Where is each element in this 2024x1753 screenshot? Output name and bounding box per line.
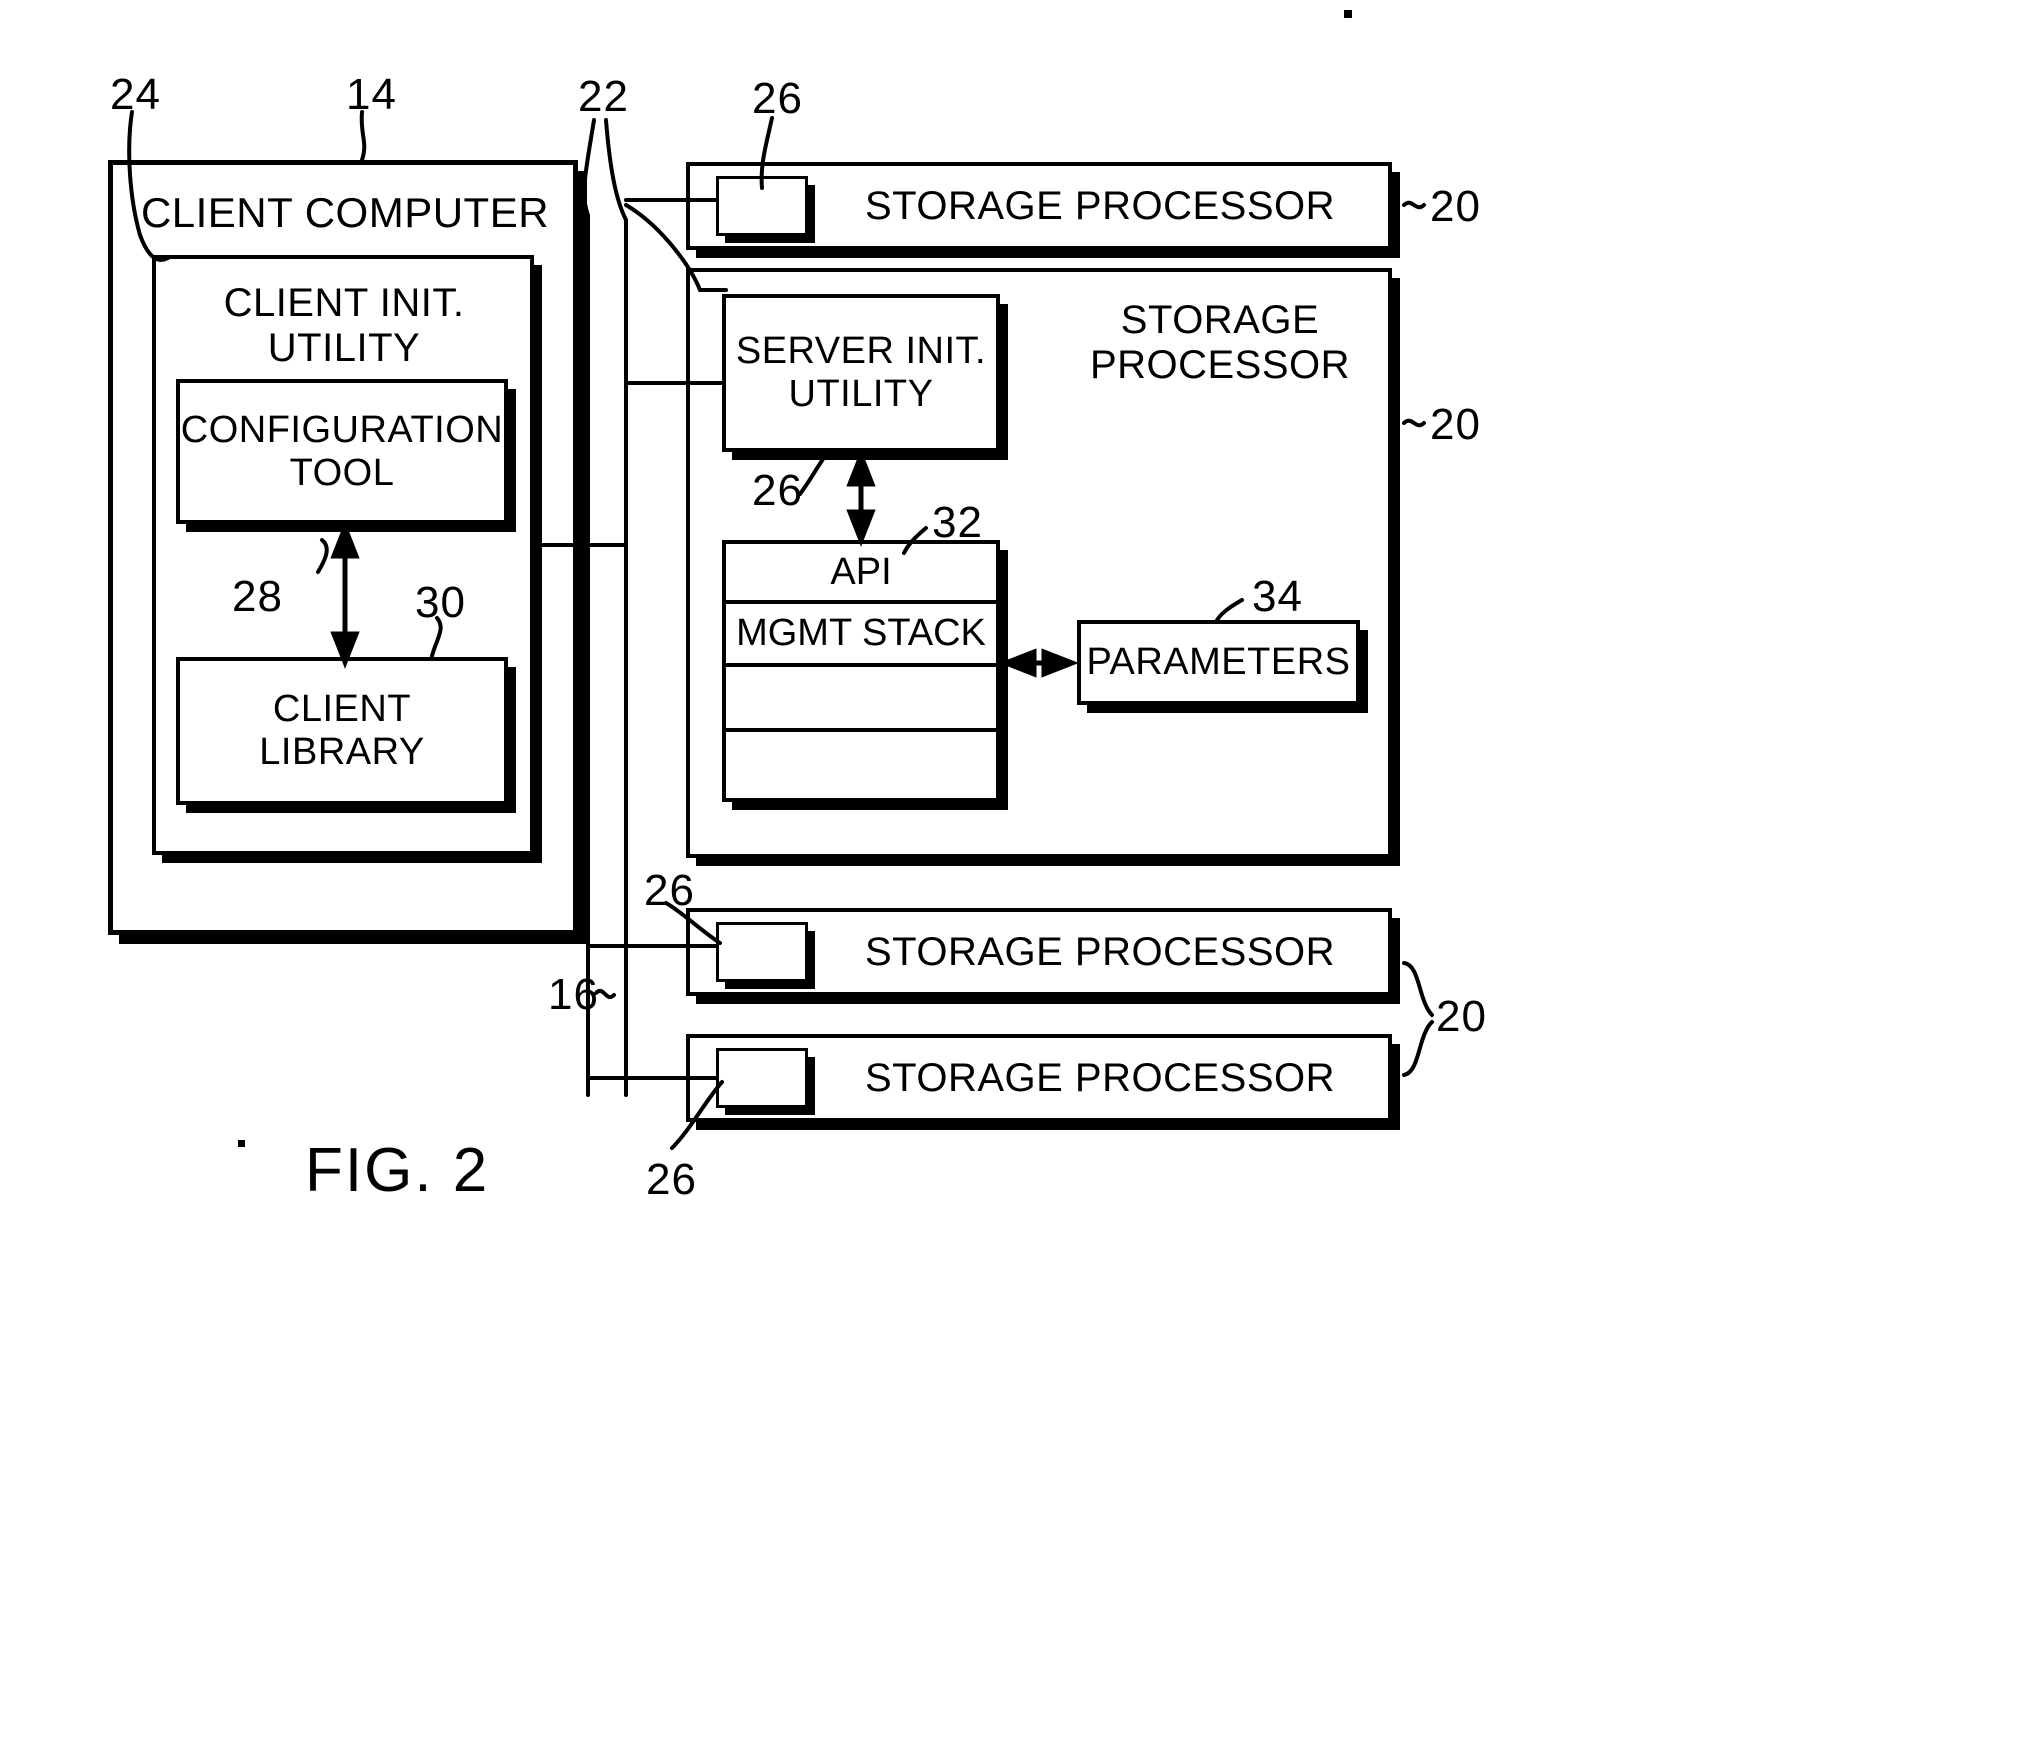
storage-processor-main-label: STORAGE PROCESSOR bbox=[1089, 297, 1351, 387]
stack-row-mgmt-stack-label: MGMT STACK bbox=[736, 612, 986, 654]
server-init-utility-label: SERVER INIT. UTILITY bbox=[735, 330, 987, 415]
ref-numeral-20-main: 20 bbox=[1430, 400, 1481, 449]
storage-processor-fourth-label: STORAGE PROCESSOR bbox=[864, 1055, 1336, 1100]
client-computer-label: CLIENT COMPUTER bbox=[140, 188, 550, 236]
ref-numeral-28: 28 bbox=[232, 572, 283, 621]
client-library-label: CLIENT LIBRARY bbox=[259, 688, 425, 773]
mgmt-stack-box[interactable]: API MGMT STACK bbox=[722, 540, 1000, 802]
leader-20-bottom-upper bbox=[1402, 961, 1434, 1017]
agent-icon-top[interactable] bbox=[716, 176, 808, 236]
storage-processor-top-label: STORAGE PROCESSOR bbox=[864, 183, 1336, 228]
figure-title: FIG. 2 bbox=[305, 1136, 490, 1205]
ref-numeral-26-third: 26 bbox=[644, 866, 695, 915]
ref-numeral-16: 16 bbox=[548, 970, 599, 1019]
bus-line-22-left bbox=[582, 118, 596, 1097]
ref-numeral-14: 14 bbox=[346, 70, 397, 119]
ref-numeral-22: 22 bbox=[578, 72, 629, 121]
leader-20-top bbox=[1402, 200, 1426, 210]
ref-numeral-30: 30 bbox=[415, 578, 466, 627]
ref-numeral-20-top: 20 bbox=[1430, 182, 1481, 231]
leader-20-bottom-lower bbox=[1402, 1020, 1434, 1077]
ref-numeral-24: 24 bbox=[110, 70, 161, 119]
figure-canvas: CLIENT COMPUTER CLIENT INIT. UTILITY CON… bbox=[0, 0, 2024, 1753]
stack-row-api-label: API bbox=[830, 550, 892, 593]
stack-row-api[interactable]: API bbox=[726, 544, 996, 604]
scan-speck-left bbox=[238, 1140, 245, 1147]
ref-numeral-20-bottom: 20 bbox=[1436, 992, 1487, 1041]
leader-20-main bbox=[1402, 418, 1426, 428]
stack-row-mgmt-stack[interactable]: MGMT STACK bbox=[726, 604, 996, 667]
client-init-utility-label: CLIENT INIT. UTILITY bbox=[223, 280, 465, 370]
ref-numeral-34: 34 bbox=[1252, 572, 1303, 621]
agent-icon-third[interactable] bbox=[716, 922, 808, 982]
scan-speck-top bbox=[1344, 10, 1352, 18]
stack-row-4[interactable] bbox=[726, 732, 996, 798]
ref-numeral-26-fourth: 26 bbox=[646, 1155, 697, 1204]
configuration-tool-label: CONFIGURATION TOOL bbox=[180, 408, 504, 494]
storage-processor-third-label: STORAGE PROCESSOR bbox=[864, 929, 1336, 974]
bus-line-22-right bbox=[604, 118, 628, 1097]
ref-numeral-32: 32 bbox=[932, 498, 983, 547]
ref-numeral-26-server: 26 bbox=[752, 466, 803, 515]
parameters-label: PARAMETERS bbox=[1086, 641, 1351, 684]
stack-row-3[interactable] bbox=[726, 667, 996, 732]
agent-icon-fourth[interactable] bbox=[716, 1048, 808, 1108]
ref-numeral-26-top: 26 bbox=[752, 74, 803, 123]
